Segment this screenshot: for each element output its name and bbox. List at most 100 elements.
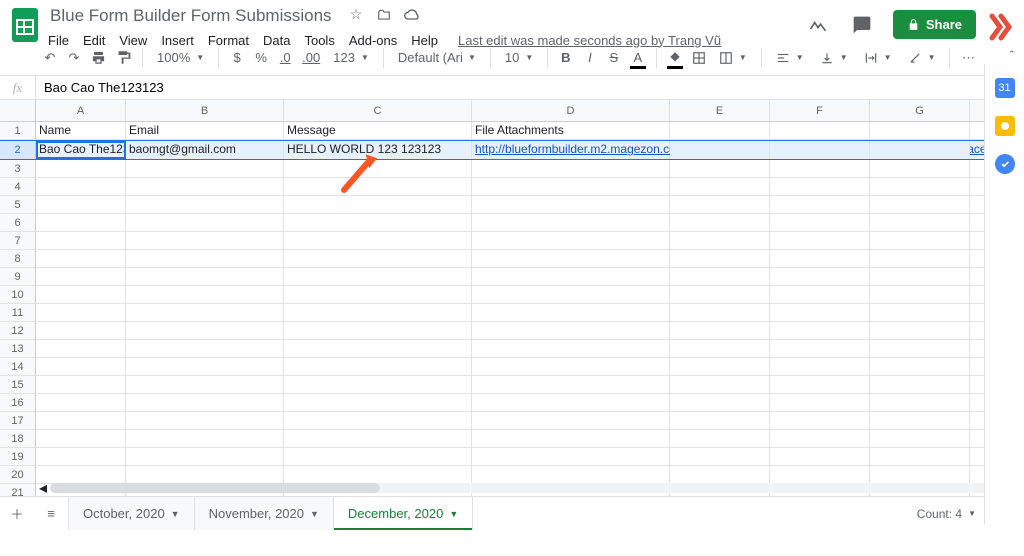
cell-D2[interactable]: http://blueformbuilder.m2.magezon.com/pu… xyxy=(472,141,670,159)
table-row[interactable]: 4 xyxy=(0,178,1024,196)
cell-F10[interactable] xyxy=(770,286,870,303)
row-header[interactable]: 8 xyxy=(0,250,36,267)
row-header[interactable]: 3 xyxy=(0,160,36,177)
cell-C4[interactable] xyxy=(284,178,472,195)
cell-A3[interactable] xyxy=(36,160,126,177)
cell-G10[interactable] xyxy=(870,286,970,303)
activity-icon[interactable] xyxy=(805,12,831,38)
cell-A5[interactable] xyxy=(36,196,126,213)
all-sheets-button[interactable]: ≡ xyxy=(34,497,68,530)
cell-G9[interactable] xyxy=(870,268,970,285)
cell-A16[interactable] xyxy=(36,394,126,411)
cell-D12[interactable] xyxy=(472,322,670,339)
cell-E19[interactable] xyxy=(670,448,770,465)
keep-addon-icon[interactable] xyxy=(995,116,1015,136)
row-header[interactable]: 15 xyxy=(0,376,36,393)
borders-button[interactable] xyxy=(689,46,709,70)
cell-F4[interactable] xyxy=(770,178,870,195)
row-header[interactable]: 18 xyxy=(0,430,36,447)
cell-A6[interactable] xyxy=(36,214,126,231)
row-header[interactable]: 19 xyxy=(0,448,36,465)
cell-E11[interactable] xyxy=(670,304,770,321)
cell-E6[interactable] xyxy=(670,214,770,231)
cell-D10[interactable] xyxy=(472,286,670,303)
cell-G19[interactable] xyxy=(870,448,970,465)
cell-C9[interactable] xyxy=(284,268,472,285)
font-select[interactable]: Default (Ari...▼ xyxy=(392,46,482,70)
chevron-down-icon[interactable]: ▼ xyxy=(310,509,319,519)
cell-A17[interactable] xyxy=(36,412,126,429)
row-header[interactable]: 13 xyxy=(0,340,36,357)
cell-B19[interactable] xyxy=(126,448,284,465)
cell-F12[interactable] xyxy=(770,322,870,339)
cell-D18[interactable] xyxy=(472,430,670,447)
cell-C1[interactable]: Message xyxy=(284,122,472,139)
cell-A15[interactable] xyxy=(36,376,126,393)
cell-A4[interactable] xyxy=(36,178,126,195)
cell-E10[interactable] xyxy=(670,286,770,303)
cell-F8[interactable] xyxy=(770,250,870,267)
table-row[interactable]: 9 xyxy=(0,268,1024,286)
cell-D19[interactable] xyxy=(472,448,670,465)
cell-C18[interactable] xyxy=(284,430,472,447)
cell-B6[interactable] xyxy=(126,214,284,231)
table-row[interactable]: 18 xyxy=(0,430,1024,448)
cell-E17[interactable] xyxy=(670,412,770,429)
cell-A7[interactable] xyxy=(36,232,126,249)
row-header[interactable]: 12 xyxy=(0,322,36,339)
cell-E3[interactable] xyxy=(670,160,770,177)
cell-C14[interactable] xyxy=(284,358,472,375)
merge-cells-button[interactable]: ▼ xyxy=(713,46,753,70)
move-icon[interactable] xyxy=(376,7,392,23)
cell-A9[interactable] xyxy=(36,268,126,285)
collapse-toolbar-button[interactable]: ˆ xyxy=(1010,48,1014,63)
col-header-D[interactable]: D xyxy=(472,100,670,121)
cell-G4[interactable] xyxy=(870,178,970,195)
cell-G7[interactable] xyxy=(870,232,970,249)
increase-decimal-button[interactable]: .00 xyxy=(299,46,323,70)
formula-input[interactable] xyxy=(36,76,1024,99)
cell-C19[interactable] xyxy=(284,448,472,465)
cell-E13[interactable] xyxy=(670,340,770,357)
sheet-tab[interactable]: November, 2020▼ xyxy=(195,497,334,530)
cell-G11[interactable] xyxy=(870,304,970,321)
cell-F15[interactable] xyxy=(770,376,870,393)
cell-B10[interactable] xyxy=(126,286,284,303)
cell-D5[interactable] xyxy=(472,196,670,213)
cell-E8[interactable] xyxy=(670,250,770,267)
row-header[interactable]: 2 xyxy=(0,141,36,159)
cell-B12[interactable] xyxy=(126,322,284,339)
cell-E18[interactable] xyxy=(670,430,770,447)
row-header[interactable]: 1 xyxy=(0,122,36,139)
table-row[interactable]: 19 xyxy=(0,448,1024,466)
cell-G1[interactable] xyxy=(870,122,970,139)
sheets-logo[interactable] xyxy=(12,8,38,42)
cell-G6[interactable] xyxy=(870,214,970,231)
cell-E1[interactable] xyxy=(670,122,770,139)
table-row[interactable]: 7 xyxy=(0,232,1024,250)
cell-C17[interactable] xyxy=(284,412,472,429)
print-button[interactable] xyxy=(88,46,109,70)
chevron-down-icon[interactable]: ▼ xyxy=(449,509,458,519)
decrease-decimal-button[interactable]: .0 xyxy=(275,46,295,70)
cell-B11[interactable] xyxy=(126,304,284,321)
cell-D9[interactable] xyxy=(472,268,670,285)
table-row[interactable]: 3 xyxy=(0,160,1024,178)
table-row[interactable]: 10 xyxy=(0,286,1024,304)
cloud-status-icon[interactable] xyxy=(404,7,420,23)
cell-F16[interactable] xyxy=(770,394,870,411)
row-header[interactable]: 4 xyxy=(0,178,36,195)
cell-E9[interactable] xyxy=(670,268,770,285)
cell-F18[interactable] xyxy=(770,430,870,447)
cell-B9[interactable] xyxy=(126,268,284,285)
row-header[interactable]: 14 xyxy=(0,358,36,375)
cell-F14[interactable] xyxy=(770,358,870,375)
selection-count[interactable]: Count: 4▼ xyxy=(917,497,976,530)
percent-button[interactable]: % xyxy=(251,46,271,70)
row-header[interactable]: 20 xyxy=(0,466,36,483)
cell-C11[interactable] xyxy=(284,304,472,321)
row-header[interactable]: 7 xyxy=(0,232,36,249)
cell-D15[interactable] xyxy=(472,376,670,393)
row-header[interactable]: 9 xyxy=(0,268,36,285)
table-row[interactable]: 8 xyxy=(0,250,1024,268)
